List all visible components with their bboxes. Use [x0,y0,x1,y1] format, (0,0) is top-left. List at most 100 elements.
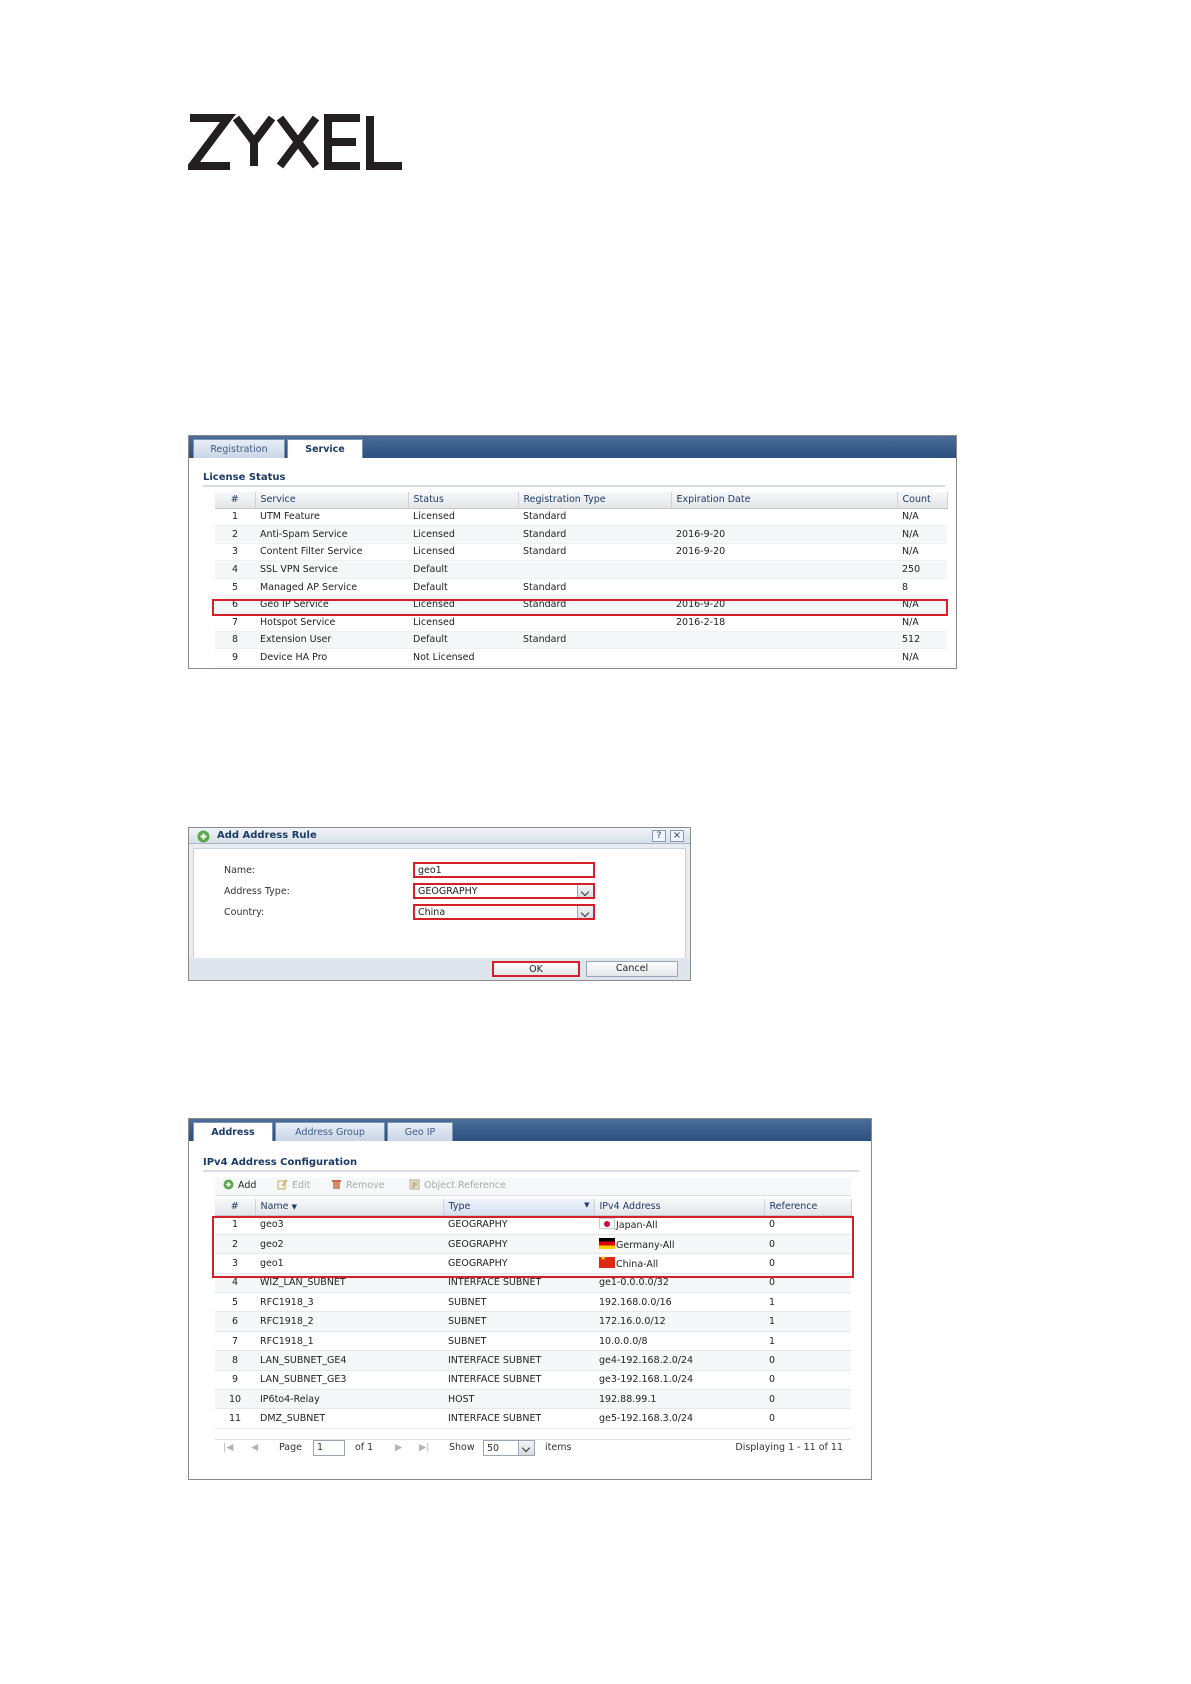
cell-num: 8 [215,631,255,650]
ipv4-address-text: Japan-All [616,1220,658,1232]
tab-service[interactable]: Service [287,439,363,458]
cell-ipv4-address: 172.16.0.0/12 [594,1311,764,1332]
cell-ipv4-address: 192.88.99.1 [594,1389,764,1410]
cell-status: Not Licensed [408,648,518,667]
table-row[interactable]: 1 UTM Feature Licensed Standard N/A [215,508,947,527]
column-menu-icon[interactable]: ▼ [584,1201,589,1209]
ipv4-address-text: 172.16.0.0/12 [599,1316,666,1328]
col-header-name-label: Name [260,1201,289,1213]
cell-num: 1 [215,508,255,527]
country-select[interactable]: China [413,904,595,920]
chevron-down-icon[interactable] [518,1441,534,1455]
add-button[interactable]: Add [223,1178,256,1194]
table-row[interactable]: 11 DMZ_SUBNET INTERFACE SUBNET ge5-192.168.… [215,1408,851,1429]
table-row[interactable]: 3geo1GEOGRAPHY China-All 0 [215,1253,851,1274]
cell-exp [671,578,897,597]
cell-ipv4-address: ge3-192.168.1.0/24 [594,1370,764,1391]
remove-button[interactable]: Remove [331,1178,385,1194]
page-input[interactable]: 1 [313,1440,345,1456]
col-header-number[interactable]: # [215,492,256,509]
cell-name: geo1 [255,1253,443,1274]
col-header-name[interactable]: Name ▼ [255,1199,444,1216]
cell-type: SUBNET [443,1292,594,1313]
cell-reference: 1 [764,1311,851,1332]
cell-reference: 0 [764,1273,851,1294]
object-reference-button[interactable]: Object Reference [409,1178,506,1194]
pagination-bar: |◀ ◀ Page 1 of 1 ▶ ▶| Show 50 items Disp… [215,1439,851,1457]
table-row[interactable]: 6 RFC1918_2 SUBNET 172.16.0.0/12 1 [215,1311,851,1332]
cell-exp [671,631,897,650]
col-header-service[interactable]: Service [255,492,409,509]
cell-reg-type: Standard [518,525,671,544]
table-row[interactable]: 9 LAN_SUBNET_GE3 INTERFACE SUBNET ge3-192.1… [215,1370,851,1391]
table-row[interactable]: 2 geo2 GEOGRAPHY Germany-All 0 [215,1234,851,1255]
table-row[interactable]: 7 RFC1918_1 SUBNET 10.0.0.0/8 1 [215,1331,851,1352]
col-header-ipv4-address[interactable]: IPv4 Address [594,1199,765,1216]
page-size-select[interactable]: 50 [483,1440,535,1456]
col-header-count[interactable]: Count [897,492,948,509]
cell-count: N/A [897,508,947,527]
cell-name: RFC1918_3 [255,1292,443,1313]
table-row[interactable]: 8 LAN_SUBNET_GE4 INTERFACE SUBNET ge4-192.1… [215,1350,851,1371]
cell-reg-type: Standard [518,631,671,650]
cell-ipv4-address: Japan-All [594,1215,764,1235]
edit-button[interactable]: Edit [277,1178,310,1194]
cell-reg-type: Standard [518,595,671,615]
cell-number: 6 [215,1311,255,1332]
address-type-select[interactable]: GEOGRAPHY [413,883,595,899]
col-header-expiration-date[interactable]: Expiration Date [671,492,898,509]
table-row[interactable]: 5 Managed AP Service Default Standard 8 [215,578,947,597]
table-row[interactable]: 5 RFC1918_3 SUBNET 192.168.0.0/16 1 [215,1292,851,1313]
cell-num: 9 [215,648,255,667]
chevron-down-icon[interactable] [577,885,593,897]
cell-exp: 2016-9-20 [671,525,897,544]
close-icon[interactable]: × [670,830,684,842]
cell-service: SSL VPN Service [255,560,408,579]
address-toolbar: Add Edit Remove Object Reference [215,1178,851,1196]
prev-page-icon[interactable]: ◀ [251,1440,258,1456]
cancel-button[interactable]: Cancel [586,961,678,977]
cell-type: INTERFACE SUBNET [443,1408,594,1429]
cell-service: Geo IP Service [255,595,408,615]
col-header-status[interactable]: Status [408,492,519,509]
items-label: items [545,1442,572,1453]
table-row[interactable]: 2 Anti-Spam Service Licensed Standard 2016-9… [215,525,947,544]
address-table: # Name ▼ Type ▼ IPv4 Address Reference 1… [215,1199,852,1429]
cell-number: 9 [215,1370,255,1391]
add-address-rule-dialog: Add Address Rule ? × Name: geo1 Address … [188,827,691,981]
cell-reference: 0 [764,1253,851,1274]
name-field[interactable]: geo1 [413,862,595,878]
first-page-icon[interactable]: |◀ [223,1440,234,1456]
cell-number: 8 [215,1350,255,1371]
table-row[interactable]: 3 Content Filter Service Licensed Standard 2… [215,543,947,562]
cell-type: HOST [443,1389,594,1410]
tab-geo-ip[interactable]: Geo IP [387,1122,453,1141]
chevron-down-icon[interactable] [577,906,593,918]
table-row[interactable]: 4 WIZ_LAN_SUBNET INTERFACE SUBNET ge1-0.0.0… [215,1273,851,1294]
col-header-reference[interactable]: Reference [764,1199,852,1216]
cell-exp: 2016-9-20 [671,543,897,562]
next-page-icon[interactable]: ▶ [395,1440,402,1456]
table-row[interactable]: 7 Hotspot Service Licensed 2016-2-18 N/A [215,613,947,632]
col-header-type[interactable]: Type ▼ [443,1199,595,1216]
tab-address[interactable]: Address [193,1122,273,1141]
table-row[interactable]: 9 Device HA Pro Not Licensed N/A [215,648,947,667]
ok-button[interactable]: OK [492,961,580,977]
cell-exp [671,560,897,579]
table-row[interactable]: 4 SSL VPN Service Default 250 [215,560,947,579]
col-header-registration-type[interactable]: Registration Type [518,492,672,509]
help-icon[interactable]: ? [652,830,666,842]
last-page-icon[interactable]: ▶| [419,1440,430,1456]
tab-registration[interactable]: Registration [193,439,285,458]
col-header-number[interactable]: # [215,1199,256,1216]
section-divider [203,1170,859,1172]
table-row[interactable]: 6 Geo IP Service Licensed Standard 2016-9-20… [215,595,947,615]
cell-ipv4-address: 10.0.0.0/8 [594,1331,764,1352]
table-row[interactable]: 10 IP6to4-Relay HOST 192.88.99.1 0 [215,1389,851,1410]
table-row[interactable]: 1 geo3 GEOGRAPHY Japan-All 0 [215,1215,851,1235]
table-row[interactable]: 8 Extension User Default Standard 512 [215,631,947,650]
cell-num: 7 [215,613,255,632]
tab-address-group[interactable]: Address Group [275,1122,385,1141]
cell-number: 2 [215,1234,255,1255]
license-status-panel: Registration Service License Status # Se… [188,435,957,669]
